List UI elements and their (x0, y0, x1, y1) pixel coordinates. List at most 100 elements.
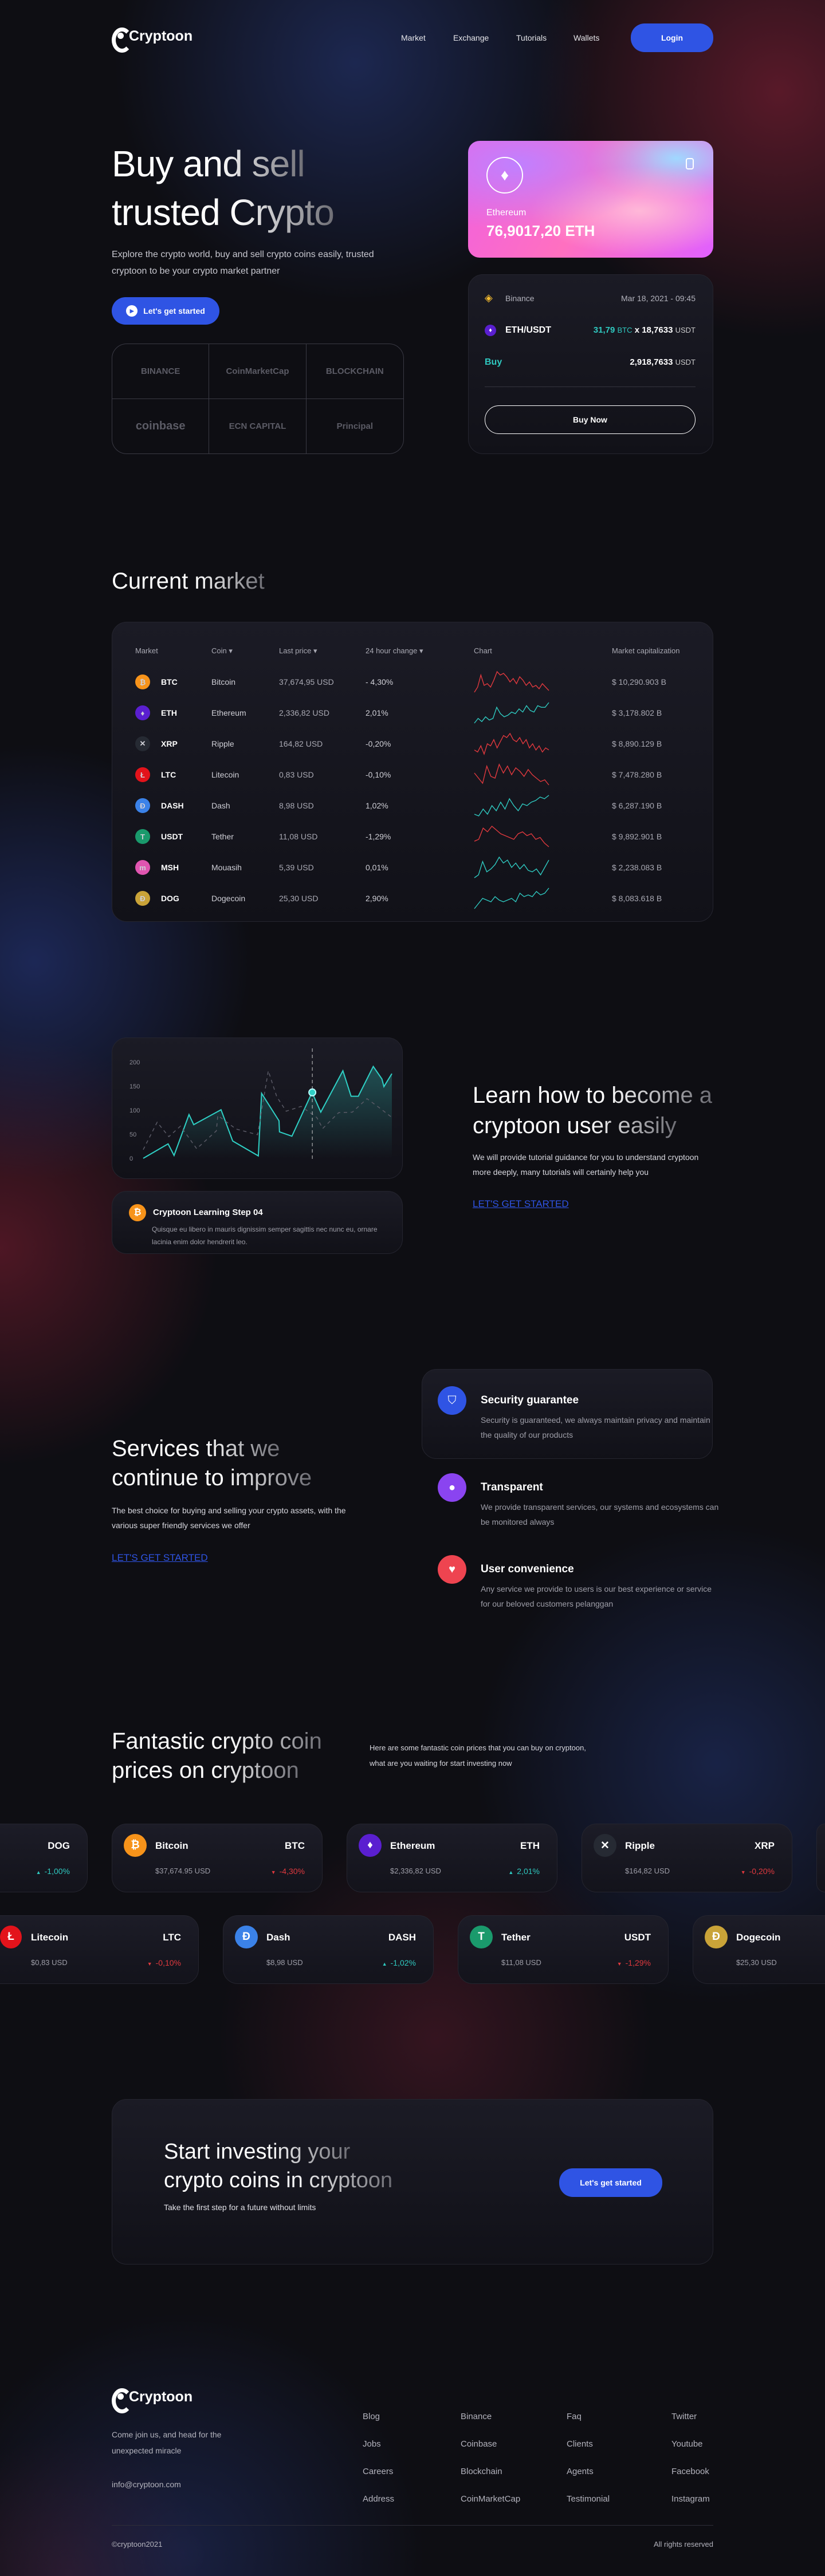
footer-brand: Cryptoon (129, 2388, 193, 2405)
trade-datetime: Mar 18, 2021 - 09:45 (621, 294, 696, 303)
footer-logo[interactable]: Cryptoon (112, 2388, 193, 2413)
buy-now-button[interactable]: Buy Now (485, 405, 696, 434)
footer-link-coinbase[interactable]: Coinbase (461, 2439, 497, 2449)
coin-change: ▼ -0,20% (741, 1867, 775, 1876)
footer-link-agents[interactable]: Agents (567, 2467, 594, 2476)
coin-card-dash[interactable]: Đ Dash DASH $8,98 USD ▲ -1,02% (223, 1915, 434, 1984)
coin-card-usdt[interactable]: T Tether USDT $11,08 USD ▼ -1,29% (458, 1915, 669, 1984)
trade-pair: ETH/USDT (505, 325, 551, 335)
learn-chart-card: 200 150 100 50 0 (112, 1037, 403, 1179)
step-title: Cryptoon Learning Step 04 (153, 1208, 263, 1217)
coin-price: $11,08 USD (501, 1958, 541, 1967)
footer-link-binance[interactable]: Binance (461, 2412, 492, 2421)
coin-card-ltc[interactable]: Ł Litecoin LTC $0,83 USD ▼ -0,10% (0, 1915, 199, 1984)
footer-link-blockchain[interactable]: Blockchain (461, 2467, 502, 2476)
coin-symbol: MSH (161, 863, 179, 872)
hover-point[interactable] (308, 1088, 317, 1096)
services-get-started-link[interactable]: LET'S GET STARTED (112, 1552, 208, 1564)
coin-card[interactable] (816, 1824, 825, 1892)
footer-link-blog[interactable]: Blog (363, 2412, 380, 2421)
coin-symbol: USDT (624, 1932, 651, 1943)
market-row-msh[interactable]: m MSH Mouasih 5,39 USD 0,01% $ 2,238.083 B (112, 852, 713, 883)
change-24h: - 4,30% (366, 677, 394, 687)
copyright: ©cryptoon2021 (112, 2540, 163, 2549)
footer-link-coinmarketcap[interactable]: CoinMarketCap (461, 2494, 520, 2504)
footer-link-faq[interactable]: Faq (567, 2412, 582, 2421)
market-row-xrp[interactable]: ✕ XRP Ripple 164,82 USD -0,20% $ 8,890.129 B (112, 728, 713, 759)
footer-link-twitter[interactable]: Twitter (671, 2412, 697, 2421)
coin-change: ▲ -1,02% (382, 1958, 416, 1967)
ethereum-wallet-card[interactable]: ♦ Ethereum 76,9017,20 ETH (468, 141, 713, 258)
header-last-price[interactable]: Last price ▾ (279, 646, 317, 656)
market-cap: $ 7,478.280 B (612, 770, 662, 779)
footer-link-careers[interactable]: Careers (363, 2467, 393, 2476)
brand-name: Cryptoon (129, 27, 193, 44)
partner-logo: BLOCKCHAIN (306, 344, 403, 399)
coin-name: Tether (211, 832, 234, 841)
footer-link-instagram[interactable]: Instagram (671, 2494, 710, 2504)
coin-icon: ₿ (124, 1834, 147, 1857)
service-title: User convenience (481, 1563, 574, 1575)
header-market: Market (135, 646, 158, 655)
brand-logo[interactable]: Cryptoon (112, 27, 193, 53)
footer-link-testimonial[interactable]: Testimonial (567, 2494, 610, 2504)
nav-market[interactable]: Market (401, 33, 426, 42)
cta-get-started-button[interactable]: Let's get started (559, 2168, 662, 2197)
sparkline (474, 702, 549, 724)
coin-symbol: DOG (48, 1840, 70, 1851)
cryptoon-logo-icon (112, 27, 132, 53)
header-coin[interactable]: Coin ▾ (211, 646, 233, 656)
market-row-eth[interactable]: ♦ ETH Ethereum 2,336,82 USD 2,01% $ 3,178.802… (112, 697, 713, 728)
market-cap: $ 8,083.618 B (612, 894, 662, 903)
sparkline (474, 856, 549, 878)
dash-icon: Đ (135, 798, 150, 813)
trade-side: Buy (485, 357, 502, 367)
footer-link-jobs[interactable]: Jobs (363, 2439, 381, 2449)
market-row-dash[interactable]: Đ DASH Dash 8,98 USD 1,02% $ 6,287.190 B (112, 790, 713, 821)
nav-exchange[interactable]: Exchange (453, 33, 489, 42)
learn-get-started-link[interactable]: LET'S GET STARTED (473, 1198, 569, 1210)
coin-name: Dogecoin (736, 1932, 781, 1943)
partner-logo: CoinMarketCap (209, 344, 307, 399)
arrow-up-icon: ▲ (382, 1961, 387, 1967)
coin-name: Dash (266, 1932, 290, 1943)
hero-get-started-button[interactable]: ▶ Let's get started (112, 297, 219, 325)
step-text: Quisque eu libero in mauris dignissim se… (152, 1225, 378, 1246)
login-button[interactable]: Login (631, 23, 713, 52)
sparkline (474, 732, 549, 755)
footer-email[interactable]: info@cryptoon.com (112, 2480, 181, 2489)
market-cap: $ 8,890.129 B (612, 739, 662, 748)
nav-wallets[interactable]: Wallets (573, 33, 599, 42)
wallet-amount: 76,9017,20 ETH (486, 222, 595, 239)
last-price: 37,674,95 USD (279, 677, 334, 687)
coin-card-xrp[interactable]: ✕ Ripple XRP $164,82 USD ▼ -0,20% (582, 1824, 792, 1892)
market-row-usdt[interactable]: T USDT Tether 11,08 USD -1,29% $ 9,892.901 B (112, 821, 713, 852)
change-value: -0,10% (155, 1958, 181, 1967)
card-menu-icon[interactable] (686, 158, 694, 169)
coin-card-eth[interactable]: ♦ Ethereum ETH $2,336,82 USD ▲ 2,01% (347, 1824, 557, 1892)
footer-link-youtube[interactable]: Youtube (671, 2439, 703, 2449)
footer-link-clients[interactable]: Clients (567, 2439, 593, 2449)
last-price: 0,83 USD (279, 770, 314, 779)
arrow-up-icon: ▲ (508, 1869, 514, 1875)
learning-step-card[interactable]: ₿ Cryptoon Learning Step 04 Quisque eu l… (112, 1191, 403, 1254)
coin-card-btc[interactable]: ₿ Bitcoin BTC $37,674.95 USD ▼ -4,30% (112, 1824, 323, 1892)
coin-card-dogecoin[interactable]: Ð Dogecoin $25,30 USD (693, 1915, 825, 1984)
nav-tutorials[interactable]: Tutorials (516, 33, 547, 42)
market-row-btc[interactable]: ₿ BTC Bitcoin 37,674,95 USD - 4,30% $ 10,290.… (112, 666, 713, 697)
footer-link-facebook[interactable]: Facebook (671, 2467, 709, 2476)
market-row-dog[interactable]: Ð DOG Dogecoin 25,30 USD 2,90% $ 8,083.618 B (112, 883, 713, 914)
coin-change: ▼ -1,29% (617, 1958, 651, 1967)
change-value: -1,29% (625, 1958, 651, 1967)
footer-link-address[interactable]: Address (363, 2494, 394, 2504)
partner-logo: ECN CAPITAL (209, 399, 307, 453)
last-price: 164,82 USD (279, 739, 323, 748)
header-24h-change[interactable]: 24 hour change ▾ (366, 646, 423, 656)
market-row-ltc[interactable]: Ł LTC Litecoin 0,83 USD -0,10% $ 7,478.280 B (112, 759, 713, 790)
coin-price: $8,98 USD (266, 1958, 303, 1967)
trade-card: ◈ Binance Mar 18, 2021 - 09:45 ♦ ETH/USD… (468, 274, 713, 454)
wallet-coin-name: Ethereum (486, 208, 527, 218)
coin-card-dog[interactable]: DOG ▲ -1,00% (0, 1824, 88, 1892)
coin-change: ▲ 2,01% (508, 1867, 540, 1876)
coin-name: Dash (211, 801, 230, 810)
